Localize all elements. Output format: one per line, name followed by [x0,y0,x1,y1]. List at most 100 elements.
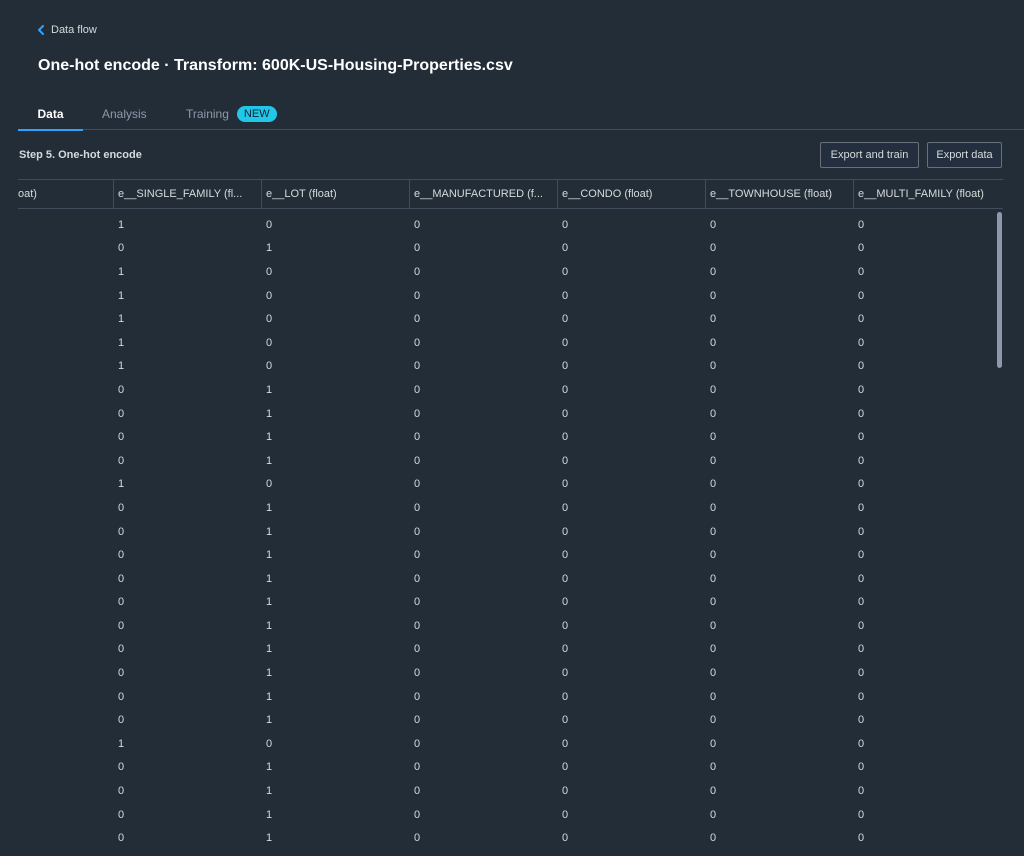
table-cell: 1 [266,690,273,703]
table-cell: 0 [414,383,421,396]
table-cell: 0 [562,336,569,349]
tab-data[interactable]: Data [18,98,83,131]
chevron-left-icon [37,25,45,35]
column-header[interactable]: oat) [18,180,114,208]
table-cell: 0 [858,478,865,491]
table-cell: 0 [118,643,125,656]
table-cell: 0 [266,336,273,349]
table-cell: 1 [118,218,125,231]
table-cell: 0 [710,501,717,514]
table-cell: 0 [118,667,125,680]
table-cell: 0 [562,690,569,703]
table-cell: 0 [562,265,569,278]
table-row: 1 0 0 0 0 0 [18,732,1003,756]
table-cell: 0 [266,289,273,302]
table-cell: 0 [710,761,717,774]
tab-training[interactable]: Training NEW [186,98,277,129]
table-row: 0 1 0 0 0 0 [18,567,1003,591]
table-cell: 0 [562,761,569,774]
table-cell: 0 [858,407,865,420]
table-cell: 1 [118,313,125,326]
table-row: 0 1 0 0 0 0 [18,661,1003,685]
table-cell: 0 [858,549,865,562]
table-cell: 0 [562,218,569,231]
table-cell: 0 [858,737,865,750]
table-row: 0 1 0 0 0 0 [18,449,1003,473]
table-cell: 0 [414,289,421,302]
table-cell: 0 [858,218,865,231]
table-row: 0 1 0 0 0 0 [18,779,1003,803]
table-cell: 1 [266,572,273,585]
column-header[interactable]: e__SINGLE_FAMILY (fl... [114,180,262,208]
table-cell: 0 [118,832,125,845]
table-row: 0 1 0 0 0 0 [18,614,1003,638]
table-cell: 0 [710,690,717,703]
table-cell: 1 [266,761,273,774]
tab-training-label: Training [186,106,229,121]
table-cell: 1 [266,619,273,632]
column-header[interactable]: e__TOWNHOUSE (float) [706,180,854,208]
export-and-train-button[interactable]: Export and train [820,142,919,168]
table-cell: 0 [710,431,717,444]
table-cell: 0 [710,313,717,326]
table-cell: 0 [562,525,569,538]
table-row: 0 1 0 0 0 0 [18,425,1003,449]
table-cell: 0 [710,265,717,278]
table-cell: 0 [710,478,717,491]
new-badge: NEW [236,105,277,122]
table-cell: 0 [414,431,421,444]
table-cell: 0 [562,667,569,680]
table-cell: 0 [414,407,421,420]
table-cell: 0 [118,383,125,396]
table-row: 1 0 0 0 0 0 [18,331,1003,355]
table-row: 0 1 0 0 0 0 [18,591,1003,615]
column-header[interactable]: e__MANUFACTURED (f... [410,180,558,208]
table-cell: 0 [562,431,569,444]
table-row: 0 1 0 0 0 0 [18,237,1003,261]
table-cell: 1 [266,596,273,609]
table-cell: 0 [266,737,273,750]
table-cell: 0 [414,737,421,750]
table-cell: 0 [858,242,865,255]
table-cell: 1 [266,643,273,656]
table-row: 1 0 0 0 0 0 [18,307,1003,331]
table-cell: 0 [562,808,569,821]
table-cell: 0 [562,407,569,420]
vertical-scrollbar[interactable] [997,212,1002,368]
table-cell: 0 [118,407,125,420]
table-cell: 0 [710,832,717,845]
table-cell: 0 [414,501,421,514]
back-to-data-flow-link[interactable]: Data flow [37,24,97,36]
table-cell: 0 [710,289,717,302]
table-row: 0 1 0 0 0 0 [18,708,1003,732]
table-row: 1 0 0 0 0 0 [18,473,1003,497]
table-cell: 0 [118,572,125,585]
table-cell: 0 [562,242,569,255]
table-cell: 0 [562,478,569,491]
column-header[interactable]: e__LOT (float) [262,180,410,208]
table-cell: 1 [266,454,273,467]
table-cell: 0 [414,360,421,373]
page: Data flow One-hot encode · Transform: 60… [0,0,1024,856]
table-cell: 0 [710,785,717,798]
table-cell: 0 [858,808,865,821]
table-cell: 0 [414,572,421,585]
tab-analysis[interactable]: Analysis [102,98,147,129]
table-cell: 0 [858,572,865,585]
table-cell: 0 [118,431,125,444]
table-cell: 0 [562,549,569,562]
table-body[interactable]: 1000000100001000001000001000001000001000… [18,209,1003,850]
step-title: Step 5. One-hot encode [19,149,142,161]
table-cell: 0 [414,643,421,656]
column-header[interactable]: e__CONDO (float) [558,180,706,208]
table-cell: 0 [858,289,865,302]
column-header[interactable]: e__MULTI_FAMILY (float) [854,180,1003,208]
export-data-button[interactable]: Export data [927,142,1002,168]
table-cell: 0 [414,667,421,680]
table-cell: 1 [118,265,125,278]
table-cell: 0 [118,501,125,514]
table-cell: 1 [266,832,273,845]
table-cell: 1 [266,808,273,821]
table-row: 1 0 0 0 0 0 [18,213,1003,237]
table-cell: 0 [414,525,421,538]
